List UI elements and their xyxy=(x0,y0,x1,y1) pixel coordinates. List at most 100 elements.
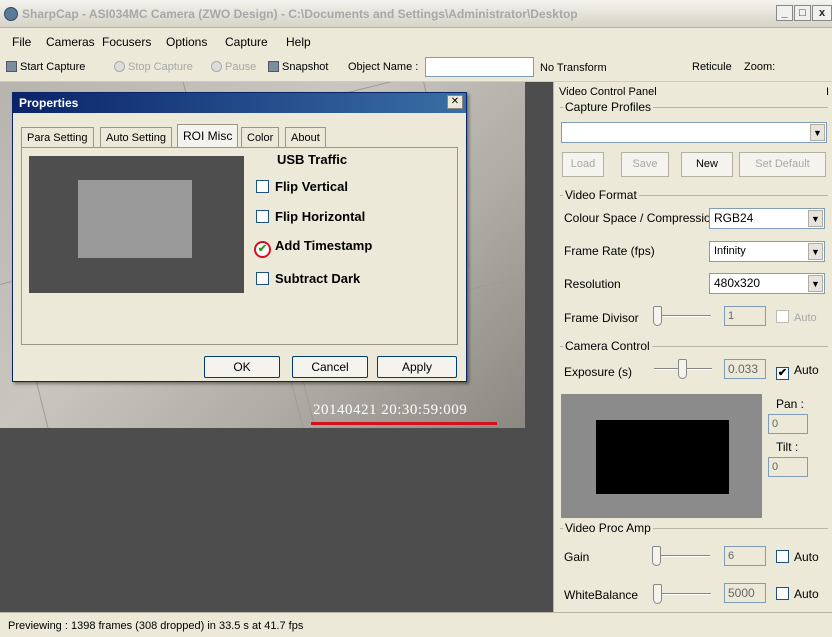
slider-thumb[interactable] xyxy=(653,584,662,604)
close-button[interactable]: x xyxy=(812,5,832,21)
frame-divisor-label: Frame Divisor xyxy=(564,311,639,325)
frame-rate-value: Infinity xyxy=(714,245,746,257)
add-timestamp-checkbox[interactable]: ✔ Add Timestamp xyxy=(254,238,372,258)
slider-thumb[interactable] xyxy=(652,546,661,566)
minimize-button[interactable]: _ xyxy=(776,5,793,21)
menu-focusers[interactable]: Focusers xyxy=(102,35,151,49)
chevron-down-icon[interactable]: ▼ xyxy=(808,275,823,292)
colour-space-value: RGB24 xyxy=(714,211,754,225)
video-format-legend: Video Format xyxy=(563,188,639,202)
exposure-label: Exposure (s) xyxy=(564,365,633,379)
flip-horizontal-checkbox[interactable]: Flip Horizontal xyxy=(256,209,365,224)
new-button[interactable]: New xyxy=(681,152,733,177)
capture-profile-select[interactable]: ▼ xyxy=(561,122,827,143)
exposure-slider[interactable] xyxy=(654,359,712,379)
status-text: Previewing : 1398 frames (308 dropped) i… xyxy=(8,620,304,632)
stop-capture-button[interactable]: Stop Capture xyxy=(114,61,193,73)
properties-dialog: Properties ✕ Para Setting Auto Setting R… xyxy=(12,92,467,382)
load-button[interactable]: Load xyxy=(562,152,604,177)
cancel-button[interactable]: Cancel xyxy=(292,356,368,378)
panel-pin-icon[interactable]: I xyxy=(826,86,829,98)
frame-divisor-value[interactable]: 1 xyxy=(724,306,766,326)
pan-tilt-view[interactable] xyxy=(596,420,729,494)
camera-icon xyxy=(6,61,17,72)
gain-value[interactable]: 6 xyxy=(724,546,766,566)
frame-rate-label: Frame Rate (fps) xyxy=(564,244,655,258)
exposure-value[interactable]: 0.033 xyxy=(724,359,766,379)
whitebalance-auto-checkbox[interactable]: Auto xyxy=(776,587,819,601)
subtract-dark-checkbox[interactable]: Subtract Dark xyxy=(256,271,360,286)
apply-button[interactable]: Apply xyxy=(377,356,457,378)
checkbox-box[interactable] xyxy=(776,550,789,563)
maximize-button[interactable]: □ xyxy=(794,5,811,21)
pause-button[interactable]: Pause xyxy=(211,61,256,73)
set-default-button[interactable]: Set Default xyxy=(739,152,826,177)
tilt-value[interactable]: 0 xyxy=(768,457,808,477)
checkbox-box[interactable] xyxy=(776,310,789,323)
subtract-dark-box[interactable] xyxy=(256,272,269,285)
roi-preview xyxy=(29,156,244,293)
add-timestamp-box[interactable]: ✔ xyxy=(254,241,271,258)
object-name-input[interactable] xyxy=(425,57,534,77)
usb-traffic-label: USB Traffic xyxy=(277,152,348,167)
video-control-panel: Video Control Panel I Capture Profiles ▼… xyxy=(553,82,832,612)
start-capture-button[interactable]: Start Capture xyxy=(6,61,85,73)
menu-cameras[interactable]: Cameras xyxy=(46,35,95,49)
tab-about[interactable]: About xyxy=(285,127,326,147)
roi-region[interactable] xyxy=(78,180,192,258)
reticule-label[interactable]: Reticule xyxy=(692,61,732,73)
menu-capture[interactable]: Capture xyxy=(225,35,268,49)
app-icon xyxy=(4,7,18,21)
tilt-label: Tilt : xyxy=(776,440,799,454)
resolution-label: Resolution xyxy=(564,277,621,291)
whitebalance-auto-label: Auto xyxy=(794,587,819,601)
frame-divisor-slider[interactable] xyxy=(653,306,711,326)
pan-label: Pan : xyxy=(776,397,805,411)
menu-file[interactable]: File xyxy=(12,35,31,49)
tab-color[interactable]: Color xyxy=(241,127,280,147)
flip-vertical-box[interactable] xyxy=(256,180,269,193)
save-button[interactable]: Save xyxy=(621,152,669,177)
snapshot-button[interactable]: Snapshot xyxy=(268,61,328,73)
start-capture-label: Start Capture xyxy=(20,61,86,73)
slider-thumb[interactable] xyxy=(653,306,662,326)
chevron-down-icon[interactable]: ▼ xyxy=(810,124,825,141)
menu-options[interactable]: Options xyxy=(166,35,207,49)
pause-icon xyxy=(211,61,222,72)
pan-value[interactable]: 0 xyxy=(768,414,808,434)
resolution-value: 480x320 xyxy=(714,276,761,290)
gain-slider[interactable] xyxy=(652,546,710,566)
resolution-select[interactable]: 480x320 ▼ xyxy=(709,273,825,294)
panel-title: Video Control Panel xyxy=(559,86,657,98)
dialog-title: Properties xyxy=(13,93,466,113)
menu-help[interactable]: Help xyxy=(286,35,311,49)
checkbox-box[interactable] xyxy=(776,587,789,600)
frame-rate-select[interactable]: Infinity ▼ xyxy=(709,241,825,262)
pan-tilt-area[interactable] xyxy=(561,394,762,518)
tab-para-setting[interactable]: Para Setting xyxy=(21,127,94,147)
stop-capture-label: Stop Capture xyxy=(128,61,193,73)
gain-auto-label: Auto xyxy=(794,550,819,564)
dialog-close-icon[interactable]: ✕ xyxy=(447,95,463,109)
exposure-auto-checkbox[interactable]: ✔ Auto xyxy=(776,363,819,380)
tab-auto-setting[interactable]: Auto Setting xyxy=(100,127,172,147)
gain-label: Gain xyxy=(564,550,590,564)
ok-button[interactable]: OK xyxy=(204,356,280,378)
checkbox-box[interactable]: ✔ xyxy=(776,367,789,380)
slider-thumb[interactable] xyxy=(678,359,687,379)
colour-space-select[interactable]: RGB24 ▼ xyxy=(709,208,825,229)
flip-horizontal-box[interactable] xyxy=(256,210,269,223)
whitebalance-value[interactable]: 5000 xyxy=(724,583,766,603)
frame-divisor-auto-checkbox[interactable]: Auto xyxy=(776,310,817,324)
frame-divisor-auto-label: Auto xyxy=(794,312,817,324)
snapshot-label: Snapshot xyxy=(282,61,329,73)
flip-vertical-checkbox[interactable]: Flip Vertical xyxy=(256,179,348,194)
status-bar: Previewing : 1398 frames (308 dropped) i… xyxy=(0,612,832,637)
chevron-down-icon[interactable]: ▼ xyxy=(808,243,823,260)
colour-space-label: Colour Space / Compression xyxy=(564,211,718,225)
tab-roi-misc[interactable]: ROI Misc xyxy=(177,124,239,148)
stop-icon xyxy=(114,61,125,72)
gain-auto-checkbox[interactable]: Auto xyxy=(776,550,819,564)
chevron-down-icon[interactable]: ▼ xyxy=(808,210,823,227)
whitebalance-slider[interactable] xyxy=(653,584,711,604)
